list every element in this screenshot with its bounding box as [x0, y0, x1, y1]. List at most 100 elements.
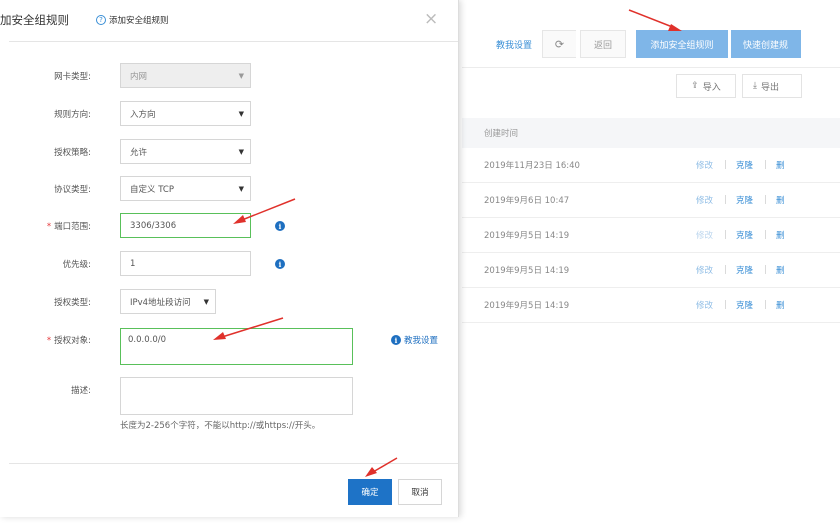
nic-type-value: 内网 [130, 71, 148, 82]
edit-link[interactable]: 修改 [696, 194, 713, 206]
question-icon: ? [96, 15, 106, 25]
separator: | [724, 195, 727, 205]
table-row: 2019年9月5日 14:19 修改 | 克隆 | 删 [462, 253, 840, 288]
rules-table: 2019年11月23日 16:40 修改 | 克隆 | 删 2019年9月6日 … [462, 148, 840, 323]
confirm-button[interactable]: 确定 [348, 479, 392, 505]
direction-value: 入方向 [130, 109, 156, 120]
import-button[interactable]: ⇪ 导入 [676, 74, 736, 98]
auth-type-select[interactable]: IPv4地址段访问 ▼ [120, 289, 216, 314]
upload-icon: ⇪ [691, 81, 699, 91]
nic-type-label: 网卡类型: [54, 72, 91, 82]
dialog-header-divider [9, 41, 458, 42]
dialog-footer-divider [9, 463, 458, 464]
delete-link[interactable]: 删 [776, 299, 786, 311]
delete-link[interactable]: 删 [776, 194, 786, 206]
chevron-down-icon: ▼ [238, 72, 244, 80]
protocol-value: 自定义 TCP [130, 184, 174, 195]
description-label: 描述: [71, 386, 91, 396]
info-icon[interactable]: i [275, 259, 285, 269]
delete-link[interactable]: 删 [776, 159, 786, 171]
add-security-rule-button[interactable]: 添加安全组规则 [636, 30, 729, 58]
port-range-value: 3306/3306 [130, 220, 177, 231]
chevron-down-icon: ▼ [203, 298, 209, 306]
row-time: 2019年9月5日 14:19 [484, 231, 570, 241]
description-hint: 长度为2-256个字符，不能以http://或https://开头。 [120, 421, 321, 431]
auth-type-value: IPv4地址段访问 [130, 297, 191, 308]
row-time: 2019年9月5日 14:19 [484, 266, 570, 276]
separator: | [724, 230, 727, 240]
info-icon: i [391, 335, 401, 345]
custom-settings-link[interactable]: 教我设置 [496, 38, 532, 51]
direction-select[interactable]: 入方向 ▼ [120, 101, 251, 126]
table-row: 2019年9月5日 14:19 修改 | 克隆 | 删 [462, 288, 840, 323]
chevron-down-icon: ▼ [238, 185, 244, 193]
row-time: 2019年9月6日 10:47 [484, 196, 570, 206]
clone-link[interactable]: 克隆 [736, 229, 753, 241]
priority-label: 优先级: [62, 260, 91, 270]
add-security-rule-dialog: 加安全组规则 ? 添加安全组规则 × 网卡类型: 内网 ▼ 规则方向: 入方向 … [0, 0, 459, 517]
clone-link[interactable]: 克隆 [736, 299, 753, 311]
cancel-button[interactable]: 取消 [398, 479, 442, 505]
export-label: 导出 [760, 82, 779, 93]
quick-create-rule-button[interactable]: 快速创建规 [731, 30, 802, 58]
edit-link[interactable]: 修改 [696, 159, 713, 171]
export-button[interactable]: ⤓ 导出 [742, 74, 802, 98]
policy-label: 授权策略: [54, 148, 91, 158]
edit-link[interactable]: 修改 [696, 299, 713, 311]
info-icon[interactable]: i [275, 221, 285, 231]
separator: | [764, 300, 767, 310]
required-mark: * [46, 222, 52, 232]
separator: | [724, 300, 727, 310]
required-mark: * [46, 336, 52, 346]
table-header: 创建时间 [462, 118, 840, 148]
dialog-title: 加安全组规则 [0, 13, 69, 27]
auth-type-label: 授权类型: [54, 298, 91, 308]
separator: | [724, 265, 727, 275]
port-range-label-text: 端口范围: [54, 222, 91, 232]
separator: | [764, 160, 767, 170]
row-time: 2019年11月23日 16:40 [484, 161, 580, 171]
chevron-down-icon: ▼ [238, 110, 244, 118]
description-input[interactable] [120, 377, 353, 415]
import-label: 导入 [702, 82, 721, 93]
auth-object-value: 0.0.0.0/0 [128, 335, 167, 345]
table-row: 2019年9月6日 10:47 修改 | 克隆 | 删 [462, 183, 840, 218]
nic-type-select: 内网 ▼ [120, 63, 251, 88]
delete-link[interactable]: 删 [776, 229, 786, 241]
help-setup-link[interactable]: i 教我设置 [391, 334, 438, 346]
back-button[interactable]: 返回 [580, 30, 627, 58]
clone-link[interactable]: 克隆 [736, 159, 753, 171]
protocol-select[interactable]: 自定义 TCP ▼ [120, 176, 251, 201]
direction-label: 规则方向: [54, 110, 91, 120]
clone-link[interactable]: 克隆 [736, 194, 753, 206]
priority-value: 1 [130, 258, 136, 269]
port-range-input[interactable]: 3306/3306 [120, 213, 251, 238]
table-row: 2019年9月5日 14:19 修改 | 克隆 | 删 [462, 218, 840, 253]
port-range-label: * 端口范围: [47, 220, 91, 232]
auth-object-label-text: 授权对象: [54, 336, 91, 346]
edit-link[interactable]: 修改 [696, 229, 713, 241]
clone-link[interactable]: 克隆 [736, 264, 753, 276]
separator: | [764, 230, 767, 240]
separator: | [764, 265, 767, 275]
dialog-help-text: 添加安全组规则 [109, 16, 169, 26]
priority-input[interactable]: 1 [120, 251, 251, 276]
refresh-button[interactable]: ⟳ [542, 30, 577, 58]
toolbar-divider [462, 67, 840, 68]
auth-object-label: * 授权对象: [47, 334, 91, 346]
auth-object-input[interactable]: 0.0.0.0/0 [120, 328, 353, 365]
edit-link[interactable]: 修改 [696, 264, 713, 276]
policy-select[interactable]: 允许 ▼ [120, 139, 251, 164]
download-icon: ⤓ [753, 81, 757, 91]
column-created-time: 创建时间 [484, 129, 519, 139]
delete-link[interactable]: 删 [776, 264, 786, 276]
close-icon[interactable]: × [424, 9, 438, 29]
help-setup-text: 教我设置 [404, 336, 439, 346]
dialog-help-link[interactable]: ? 添加安全组规则 [96, 14, 169, 26]
separator: | [764, 195, 767, 205]
chevron-down-icon: ▼ [238, 148, 244, 156]
table-row: 2019年11月23日 16:40 修改 | 克隆 | 删 [462, 148, 840, 183]
separator: | [724, 160, 727, 170]
protocol-label: 协议类型: [54, 185, 91, 195]
row-time: 2019年9月5日 14:19 [484, 301, 570, 311]
